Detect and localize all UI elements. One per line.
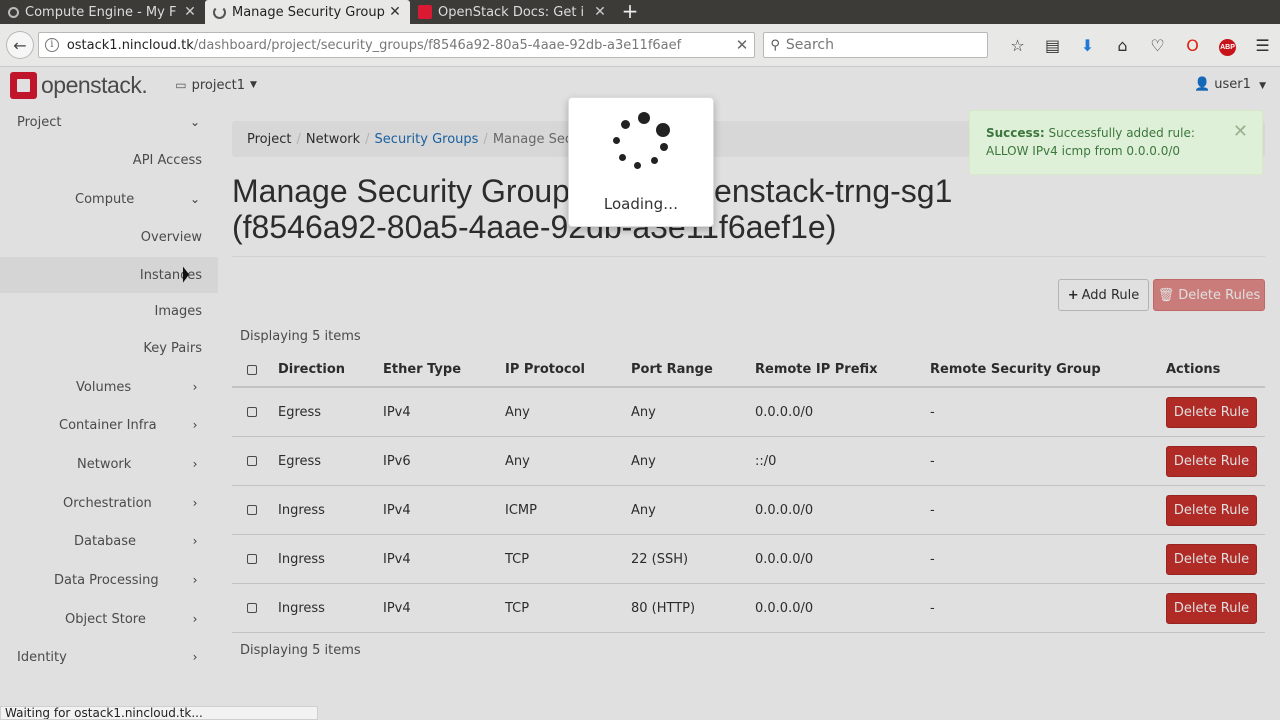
opera-icon[interactable]: O (1175, 36, 1210, 55)
browser-tab-3[interactable]: OpenStack Docs: Get i ✕ (410, 0, 615, 24)
close-icon[interactable]: ✕ (183, 4, 197, 20)
pocket-icon[interactable]: ♡ (1140, 36, 1175, 55)
arrow-left-icon: ← (13, 35, 27, 55)
gear-icon (8, 6, 19, 18)
loading-text: Loading… (603, 195, 679, 213)
close-icon[interactable]: ✕ (1233, 123, 1248, 141)
new-tab-button[interactable]: + (615, 0, 645, 24)
toolbar-icons: ☆ ▤ ⬇ ⌂ ♡ O ABP ☰ (1000, 34, 1280, 56)
openstack-icon (418, 5, 432, 19)
alert-line2: ALLOW IPv4 icmp from 0.0.0.0/0 (986, 144, 1181, 158)
browser-tab-bar: Compute Engine - My F ✕ Manage Security … (0, 0, 1280, 24)
browser-tab-1[interactable]: Compute Engine - My F ✕ (0, 0, 205, 24)
loading-modal: Loading… (568, 97, 714, 227)
alert-line1: Successfully added rule: (1048, 126, 1195, 140)
close-icon[interactable]: ✕ (388, 4, 402, 20)
url-text: ostack1.nincloud.tk/dashboard/project/se… (66, 37, 682, 53)
browser-nav-bar: ← i ostack1.nincloud.tk/dashboard/projec… (0, 24, 1280, 67)
tab-title: OpenStack Docs: Get i (438, 4, 585, 20)
loading-spinner-icon (611, 112, 671, 172)
tab-title: Manage Security Group (232, 4, 385, 20)
close-icon[interactable]: ✕ (593, 4, 607, 20)
loading-spinner-icon (213, 5, 226, 19)
adblock-icon[interactable]: ABP (1210, 34, 1245, 56)
search-input[interactable]: ⚲ Search (763, 32, 988, 58)
url-bar[interactable]: i ostack1.nincloud.tk/dashboard/project/… (37, 32, 756, 58)
info-icon[interactable]: i (44, 38, 59, 52)
menu-icon[interactable]: ☰ (1245, 36, 1280, 55)
browser-tab-2[interactable]: Manage Security Group ✕ (205, 0, 410, 24)
tab-title: Compute Engine - My F (25, 4, 177, 20)
reading-list-icon[interactable]: ▤ (1035, 36, 1070, 55)
stop-icon[interactable]: ✕ (736, 36, 749, 54)
mouse-cursor-icon (183, 266, 189, 286)
success-alert: Success: Successfully added rule: ALLOW … (969, 110, 1263, 175)
alert-title: Success: (986, 126, 1045, 140)
bookmark-star-icon[interactable]: ☆ (1000, 36, 1035, 55)
back-button[interactable]: ← (6, 31, 34, 59)
search-icon: ⚲ (770, 37, 780, 53)
download-icon[interactable]: ⬇ (1070, 36, 1105, 55)
home-icon[interactable]: ⌂ (1105, 36, 1140, 55)
search-placeholder: Search (785, 37, 834, 53)
browser-status-bar: Waiting for ostack1.nincloud.tk... (0, 706, 318, 720)
